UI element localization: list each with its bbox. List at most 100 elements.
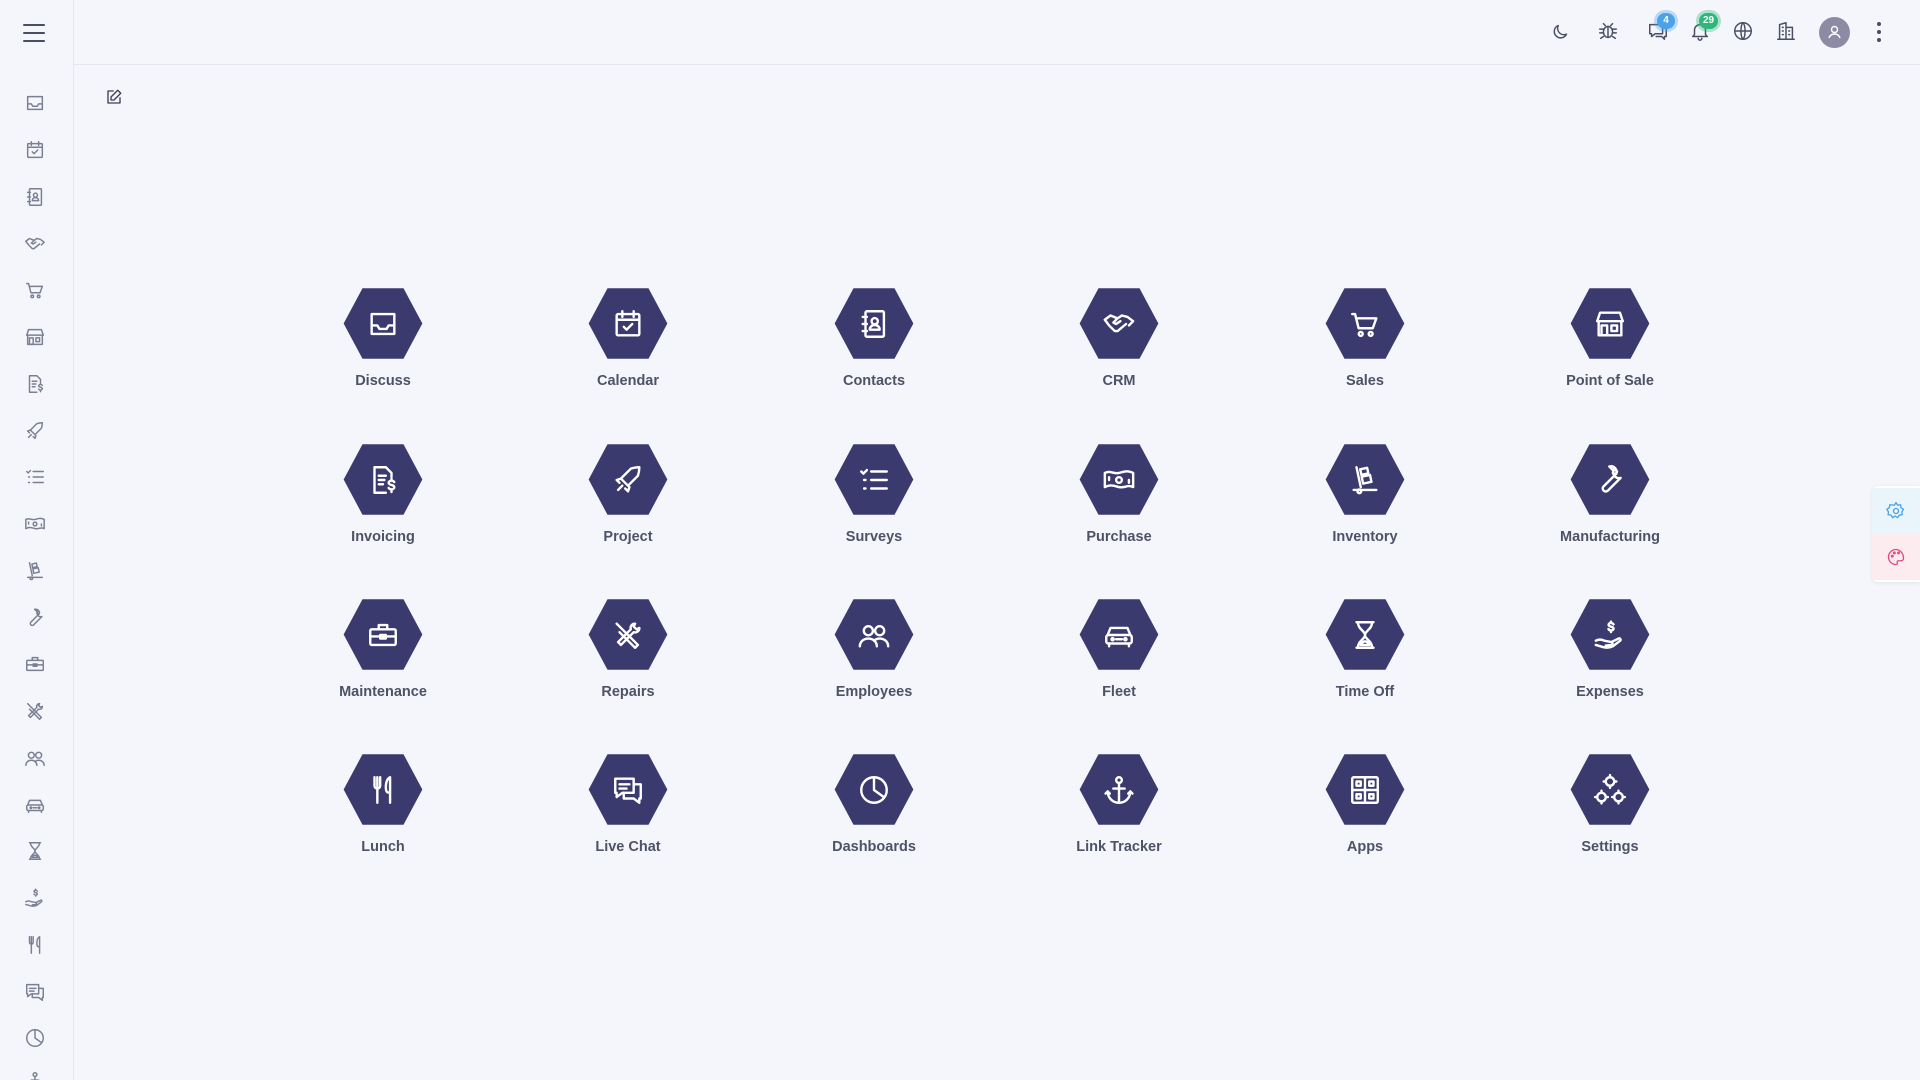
building-icon (1775, 20, 1797, 42)
debug-button[interactable] (1597, 20, 1623, 46)
app-icon-tile (588, 599, 668, 670)
app-tile-settings[interactable]: Settings (1530, 752, 1690, 872)
dark-mode-toggle[interactable] (1550, 20, 1576, 46)
app-tile-point-of-sale[interactable]: Point of Sale (1530, 286, 1690, 406)
app-icon-tile (1325, 444, 1405, 515)
pie-chart-icon (24, 1027, 46, 1049)
app-tile-sales[interactable]: Sales (1285, 286, 1445, 406)
more-options-button[interactable] (1874, 22, 1884, 46)
car-icon (24, 794, 46, 816)
sidebar-item-surveys[interactable] (24, 466, 48, 490)
sidebar-item-manufacturing[interactable] (24, 607, 48, 631)
notifications-button[interactable]: 29 (1689, 13, 1719, 46)
moon-icon (1550, 20, 1572, 42)
rocket-icon (611, 463, 645, 497)
menu-toggle-button[interactable] (23, 24, 47, 44)
color-palette-button[interactable] (1872, 534, 1920, 580)
app-label: Invoicing (351, 529, 415, 545)
app-tile-manufacturing[interactable]: Manufacturing (1530, 442, 1690, 562)
app-icon-tile (1325, 288, 1405, 359)
sidebar-item-live-chat[interactable] (24, 981, 48, 1005)
dolly-icon (1348, 463, 1382, 497)
sidebar-item-link-tracker[interactable] (24, 1070, 48, 1080)
app-tile-invoicing[interactable]: Invoicing (303, 442, 463, 562)
app-tile-apps[interactable]: Apps (1285, 752, 1445, 872)
utensils-icon (366, 773, 400, 807)
edit-home-button[interactable] (105, 88, 125, 108)
sidebar-item-employees[interactable] (24, 747, 48, 771)
app-icon-tile (1325, 599, 1405, 670)
app-tile-crm[interactable]: CRM (1039, 286, 1199, 406)
language-button[interactable] (1732, 20, 1758, 46)
anchor-icon (24, 1070, 46, 1080)
chat-icon (24, 981, 46, 1003)
sidebar-item-sales[interactable] (24, 279, 48, 303)
notifications-badge: 29 (1699, 13, 1719, 29)
user-avatar[interactable] (1819, 17, 1850, 48)
app-icon-tile (1079, 754, 1159, 825)
checklist-icon (857, 463, 891, 497)
app-tile-time-off[interactable]: Time Off (1285, 597, 1445, 717)
sidebar-item-contacts[interactable] (24, 186, 48, 210)
sidebar-item-dashboards[interactable] (24, 1027, 48, 1051)
palette-icon (1886, 547, 1906, 567)
theme-settings-button[interactable] (1872, 488, 1920, 534)
sidebar-item-expenses[interactable] (24, 887, 48, 911)
grid-icon (1348, 773, 1382, 807)
sidebar-item-time-off[interactable] (24, 840, 48, 864)
sidebar-item-purchase[interactable] (24, 513, 48, 537)
app-tile-lunch[interactable]: Lunch (303, 752, 463, 872)
app-tile-inventory[interactable]: Inventory (1285, 442, 1445, 562)
app-tile-link-tracker[interactable]: Link Tracker (1039, 752, 1199, 872)
sidebar-item-repairs[interactable] (24, 700, 48, 724)
tools-icon (611, 618, 645, 652)
app-label: Surveys (845, 529, 903, 545)
app-tile-live-chat[interactable]: Live Chat (548, 752, 708, 872)
cart-icon (24, 279, 46, 301)
customizer-tab (1872, 486, 1920, 582)
app-label: CRM (1102, 373, 1136, 389)
hourglass-icon (1348, 618, 1382, 652)
app-tile-surveys[interactable]: Surveys (794, 442, 954, 562)
sidebar-item-lunch[interactable] (24, 934, 48, 958)
sidebar-item-crm[interactable] (24, 233, 48, 257)
app-tile-maintenance[interactable]: Maintenance (303, 597, 463, 717)
sidebar-item-invoicing[interactable] (24, 373, 48, 397)
store-icon (24, 326, 46, 348)
app-tile-dashboards[interactable]: Dashboards (794, 752, 954, 872)
app-tile-contacts[interactable]: Contacts (794, 286, 954, 406)
app-label: Apps (1346, 839, 1384, 855)
sidebar-item-discuss[interactable] (24, 92, 48, 116)
app-label: Fleet (1102, 684, 1136, 700)
company-switcher-button[interactable] (1775, 20, 1801, 46)
handshake-icon (1102, 307, 1136, 341)
wrench-icon (1593, 463, 1627, 497)
messages-button[interactable]: 4 (1647, 13, 1675, 46)
sidebar-item-project[interactable] (24, 420, 48, 444)
app-tile-repairs[interactable]: Repairs (548, 597, 708, 717)
app-tile-calendar[interactable]: Calendar (548, 286, 708, 406)
sidebar-item-inventory[interactable] (24, 560, 48, 584)
app-icon-tile (834, 754, 914, 825)
app-tile-employees[interactable]: Employees (794, 597, 954, 717)
top-bar: 4 29 (74, 0, 1920, 65)
app-tile-discuss[interactable]: Discuss (303, 286, 463, 406)
app-tile-fleet[interactable]: Fleet (1039, 597, 1199, 717)
cart-icon (1348, 307, 1382, 341)
sidebar-item-calendar[interactable] (24, 139, 48, 163)
app-label: Dashboards (832, 839, 916, 855)
app-tile-project[interactable]: Project (548, 442, 708, 562)
app-tile-expenses[interactable]: Expenses (1530, 597, 1690, 717)
app-label: Repairs (601, 684, 655, 700)
app-icon-tile (834, 288, 914, 359)
users-icon (24, 747, 46, 769)
app-tile-purchase[interactable]: Purchase (1039, 442, 1199, 562)
app-label: Maintenance (339, 684, 427, 700)
app-label: Expenses (1576, 684, 1644, 700)
sidebar-item-maintenance[interactable] (24, 653, 48, 677)
sidebar-item-point-of-sale[interactable] (24, 326, 48, 350)
sidebar (0, 0, 74, 1080)
utensils-icon (24, 934, 46, 956)
app-label: Live Chat (595, 839, 661, 855)
sidebar-item-fleet[interactable] (24, 794, 48, 818)
